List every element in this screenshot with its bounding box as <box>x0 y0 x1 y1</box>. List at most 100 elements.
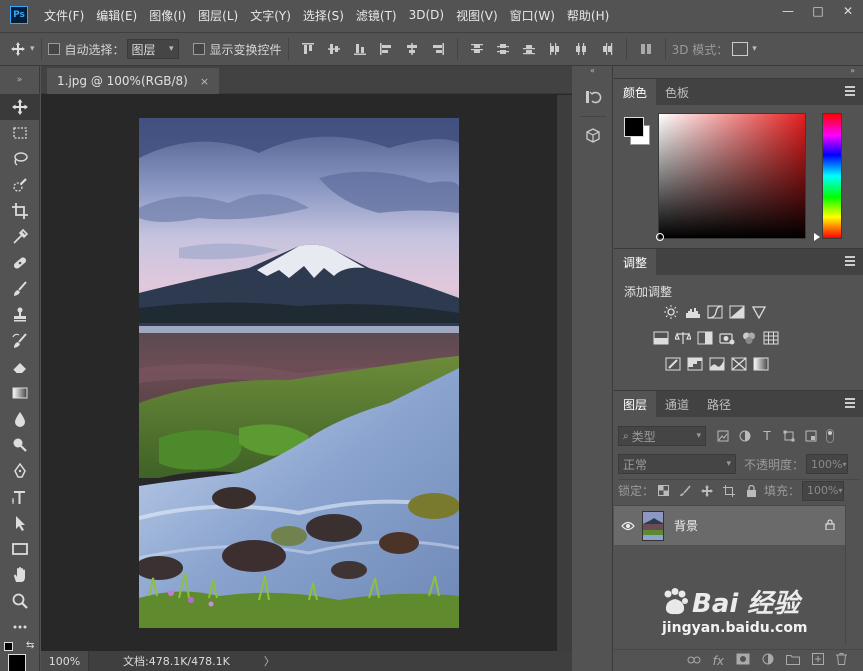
zoom-tool-icon[interactable] <box>0 588 40 614</box>
tab-swatches[interactable]: 色板 <box>656 79 698 105</box>
crop-tool-icon[interactable] <box>0 198 40 224</box>
distribute-right-icon[interactable] <box>599 41 615 57</box>
auto-select-dropdown[interactable]: 图层 ▾ <box>126 39 179 59</box>
type-tool-icon[interactable] <box>0 484 40 510</box>
color-swatches[interactable]: ⇆ <box>0 640 40 671</box>
hand-tool-icon[interactable] <box>0 562 40 588</box>
hue-saturation-icon[interactable] <box>653 331 669 345</box>
align-top-icon[interactable] <box>300 41 316 57</box>
auto-align-icon[interactable] <box>638 41 654 57</box>
menu-type[interactable]: 文字(Y) <box>244 7 297 24</box>
show-transform-checkbox[interactable] <box>192 43 205 55</box>
align-bottom-icon[interactable] <box>352 41 368 57</box>
opacity-input[interactable]: 100% ▾ <box>806 454 849 474</box>
tab-paths[interactable]: 路径 <box>698 391 740 417</box>
menu-filter[interactable]: 滤镜(T) <box>350 7 403 24</box>
add-mask-icon[interactable] <box>736 653 750 668</box>
hue-slider-handle[interactable] <box>814 233 820 241</box>
photo-filter-icon[interactable] <box>719 331 735 345</box>
channel-mixer-icon[interactable] <box>741 331 757 345</box>
gradient-map-icon[interactable] <box>753 357 769 371</box>
layer-thumbnail[interactable] <box>642 510 664 541</box>
path-selection-tool-icon[interactable] <box>0 510 40 536</box>
3d-orbit-icon[interactable] <box>732 42 749 56</box>
dodge-tool-icon[interactable] <box>0 432 40 458</box>
color-saturation-field[interactable] <box>658 113 806 239</box>
auto-select-checkbox[interactable] <box>47 43 60 55</box>
menu-select[interactable]: 选择(S) <box>297 7 350 24</box>
gradient-tool-icon[interactable] <box>0 380 40 406</box>
collapse-toolbar-icon[interactable]: » <box>0 66 39 94</box>
menu-help[interactable]: 帮助(H) <box>561 7 615 24</box>
brush-tool-icon[interactable] <box>0 276 40 302</box>
distribute-hcenter-icon[interactable] <box>573 41 589 57</box>
fill-input[interactable]: 100% ▾ <box>802 480 845 501</box>
close-tab-icon[interactable]: × <box>200 75 209 88</box>
vertical-scrollbar[interactable] <box>557 95 572 651</box>
move-tool-icon[interactable] <box>10 41 26 57</box>
filter-type-icon[interactable]: T <box>760 429 774 443</box>
lock-image-icon[interactable] <box>678 484 692 498</box>
delete-layer-icon[interactable] <box>836 653 847 668</box>
invert-icon[interactable] <box>665 357 681 371</box>
exposure-icon[interactable] <box>729 305 745 319</box>
filter-adjustment-icon[interactable] <box>738 429 752 443</box>
black-white-icon[interactable] <box>697 331 713 345</box>
document-tab[interactable]: 1.jpg @ 100%(RGB/8) × <box>47 68 220 94</box>
lock-artboard-icon[interactable] <box>722 484 736 498</box>
adjustment-layer-icon[interactable] <box>762 653 774 668</box>
vibrance-icon[interactable] <box>751 305 767 319</box>
distribute-vcenter-icon[interactable] <box>495 41 511 57</box>
distribute-left-icon[interactable] <box>547 41 563 57</box>
menu-window[interactable]: 窗口(W) <box>504 7 561 24</box>
menu-image[interactable]: 图像(I) <box>143 7 192 24</box>
color-balance-icon[interactable] <box>675 331 691 345</box>
align-vcenter-icon[interactable] <box>326 41 342 57</box>
tab-color[interactable]: 颜色 <box>614 79 657 105</box>
hue-slider[interactable] <box>822 113 842 239</box>
rectangle-tool-icon[interactable] <box>0 536 40 562</box>
brightness-contrast-icon[interactable] <box>663 305 679 319</box>
chevron-down-icon[interactable]: ▾ <box>752 44 757 54</box>
layer-name[interactable]: 背景 <box>674 517 698 534</box>
layer-row[interactable]: 背景 <box>614 505 845 545</box>
zoom-level[interactable]: 100% <box>41 651 89 671</box>
more-tools-icon[interactable] <box>0 614 40 640</box>
default-colors-icon[interactable] <box>4 642 13 651</box>
blend-mode-dropdown[interactable]: 正常 ▾ <box>618 454 736 474</box>
menu-3d[interactable]: 3D(D) <box>403 8 450 22</box>
filter-pixel-icon[interactable] <box>716 429 730 443</box>
eyedropper-tool-icon[interactable] <box>0 224 40 250</box>
history-brush-tool-icon[interactable] <box>0 328 40 354</box>
panel-menu-icon[interactable] <box>845 398 855 408</box>
align-left-icon[interactable] <box>378 41 394 57</box>
color-lookup-icon[interactable] <box>763 331 779 345</box>
maximize-button[interactable]: □ <box>803 0 833 22</box>
properties-3d-icon[interactable] <box>573 119 613 153</box>
menu-edit[interactable]: 编辑(E) <box>90 7 143 24</box>
foreground-color-swatch[interactable] <box>8 654 26 671</box>
blur-tool-icon[interactable] <box>0 406 40 432</box>
menu-file[interactable]: 文件(F) <box>38 7 90 24</box>
levels-icon[interactable] <box>685 305 701 319</box>
quick-select-tool-icon[interactable] <box>0 172 40 198</box>
link-layers-icon[interactable] <box>687 654 701 668</box>
menu-layer[interactable]: 图层(L) <box>192 7 244 24</box>
collapse-strip-icon[interactable]: « <box>573 66 612 76</box>
lock-position-icon[interactable] <box>700 484 714 498</box>
curves-icon[interactable] <box>707 305 723 319</box>
foreground-color-swatch[interactable] <box>624 117 644 137</box>
chevron-down-icon[interactable]: ▾ <box>30 44 35 54</box>
tab-channels[interactable]: 通道 <box>656 391 698 417</box>
filter-shape-icon[interactable] <box>782 429 796 443</box>
filter-toggle-icon[interactable] <box>826 429 834 443</box>
pen-tool-icon[interactable] <box>0 458 40 484</box>
marquee-tool-icon[interactable] <box>0 120 40 146</box>
align-hcenter-icon[interactable] <box>404 41 420 57</box>
move-tool-icon[interactable] <box>0 94 40 120</box>
new-layer-icon[interactable] <box>812 653 824 668</box>
minimize-button[interactable]: — <box>773 0 803 22</box>
history-panel-icon[interactable] <box>573 80 613 114</box>
posterize-icon[interactable] <box>687 357 703 371</box>
healing-brush-tool-icon[interactable] <box>0 250 40 276</box>
